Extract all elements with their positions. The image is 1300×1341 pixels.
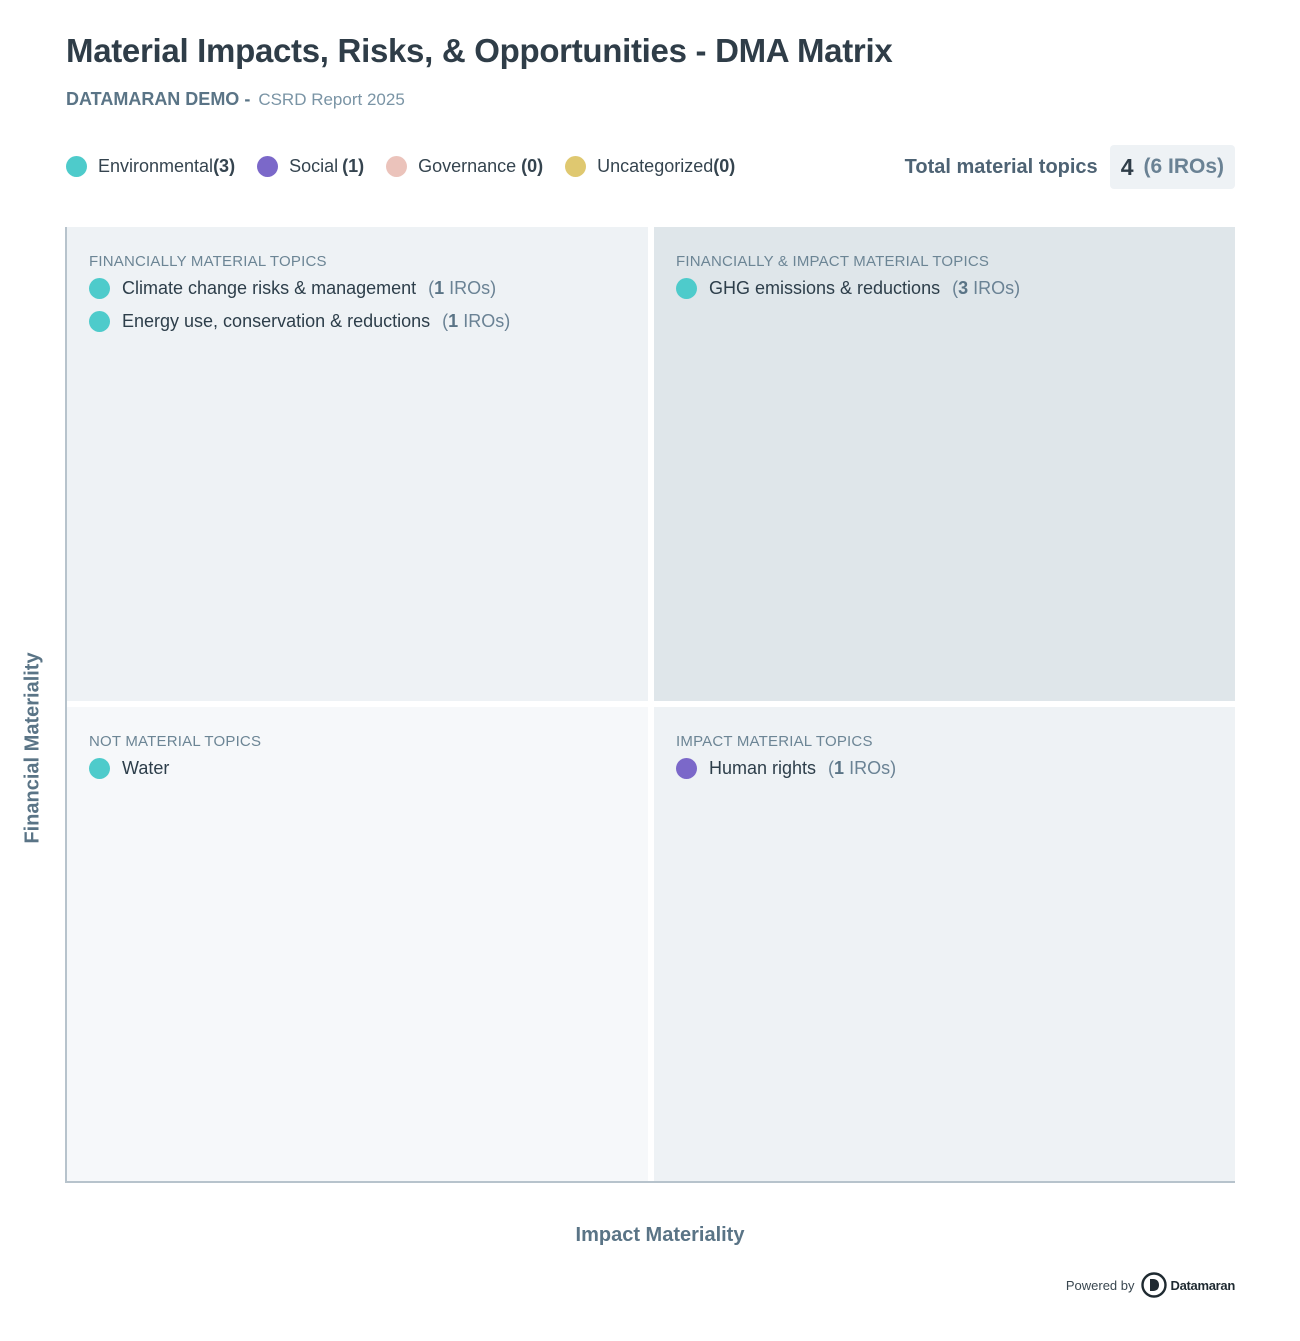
legend-item-social[interactable]: Social (1) [257,156,364,177]
topic-item[interactable]: Water [89,758,626,779]
topic-iro-count: (1 IROs) [828,758,897,778]
topic-name: Water [122,758,170,778]
topic-item[interactable]: Human rights (1 IROs) [676,758,1213,779]
organization-name: DATAMARAN DEMO - [66,89,251,109]
legend-item-uncategorized[interactable]: Uncategorized (0) [565,156,735,177]
iro-unit: IROs) [463,311,511,331]
legend-count: (1) [342,156,365,176]
topic-item[interactable]: Climate change risks & management (1 IRO… [89,278,626,299]
iro-number: 1 [448,311,459,331]
environmental-dot-icon [89,278,110,299]
y-axis-label: Financial Materiality [21,652,44,844]
iro-unit: IROs) [449,278,497,298]
quadrant-title: IMPACT MATERIAL TOPICS [676,733,873,750]
topic-name: Energy use, conservation & reductions [122,311,431,331]
report-subtitle: DATAMARAN DEMO - CSRD Report 2025 [66,89,405,110]
datamaran-logo-icon [1140,1272,1167,1298]
topic-item[interactable]: Energy use, conservation & reductions (1… [89,311,626,332]
dma-matrix: FINANCIALLY MATERIAL TOPICS Climate chan… [65,227,1235,1183]
quadrant-financially-material: FINANCIALLY MATERIAL TOPICS Climate chan… [67,227,648,701]
report-name: CSRD Report 2025 [258,90,405,109]
topic-name: Human rights [709,758,817,778]
total-material-topics: Total material topics 4 (6 IROs) [905,145,1235,189]
powered-by[interactable]: Powered by Datamaran [1066,1272,1235,1298]
iro-number: 3 [958,278,969,298]
total-badge: 4 (6 IROs) [1109,145,1235,189]
legend-label: Uncategorized [597,156,714,176]
topic-name: Climate change risks & management [122,278,417,298]
legend-count: (3) [213,156,236,176]
legend-count: (0) [713,156,736,176]
topic-name: GHG emissions & reductions [709,278,941,298]
quadrant-title: NOT MATERIAL TOPICS [89,733,262,750]
legend-item-environmental[interactable]: Environmental (3) [66,156,235,177]
legend-label: Environmental [98,156,214,176]
quadrant-impact-material: IMPACT MATERIAL TOPICS Human rights (1 I… [654,707,1235,1181]
legend-item-governance[interactable]: Governance (0) [386,156,543,177]
social-dot-icon [676,758,697,779]
iro-unit: IROs) [973,278,1021,298]
total-count: 4 [1120,153,1134,180]
uncategorized-dot-icon [565,156,587,177]
social-dot-icon [257,156,279,177]
quadrant-title: FINANCIALLY MATERIAL TOPICS [89,253,327,270]
total-label: Total material topics [904,155,1098,178]
topic-iro-count: (1 IROs) [428,278,497,298]
legend-label: Governance [418,156,517,176]
environmental-dot-icon [676,278,697,299]
environmental-dot-icon [89,311,110,332]
topic-item[interactable]: GHG emissions & reductions (3 IROs) [676,278,1213,299]
powered-by-text: Powered by [1065,1277,1135,1293]
x-axis-label: Impact Materiality [575,1224,745,1246]
total-iros: (6 IROs) [1143,155,1224,178]
environmental-dot-icon [89,758,110,779]
iro-number: 1 [834,758,845,778]
quadrant-not-material: NOT MATERIAL TOPICS Water [67,707,648,1181]
brand-name: Datamaran [1170,1277,1236,1293]
topic-iro-count: (1 IROs) [442,311,511,331]
page-title: Material Impacts, Risks, & Opportunities… [66,32,893,69]
iro-unit: IROs) [849,758,897,778]
quadrant-financially-impact-material: FINANCIALLY & IMPACT MATERIAL TOPICS GHG… [654,227,1235,701]
legend-count: (0) [521,156,544,176]
governance-dot-icon [386,156,408,177]
category-legend: Environmental (3) Social (1) Governance (0)… [66,156,735,177]
environmental-dot-icon [66,156,87,177]
iro-number: 1 [434,278,445,298]
topic-iro-count: (3 IROs) [952,278,1021,298]
legend-label: Social [289,156,339,176]
quadrant-title: FINANCIALLY & IMPACT MATERIAL TOPICS [676,253,990,270]
